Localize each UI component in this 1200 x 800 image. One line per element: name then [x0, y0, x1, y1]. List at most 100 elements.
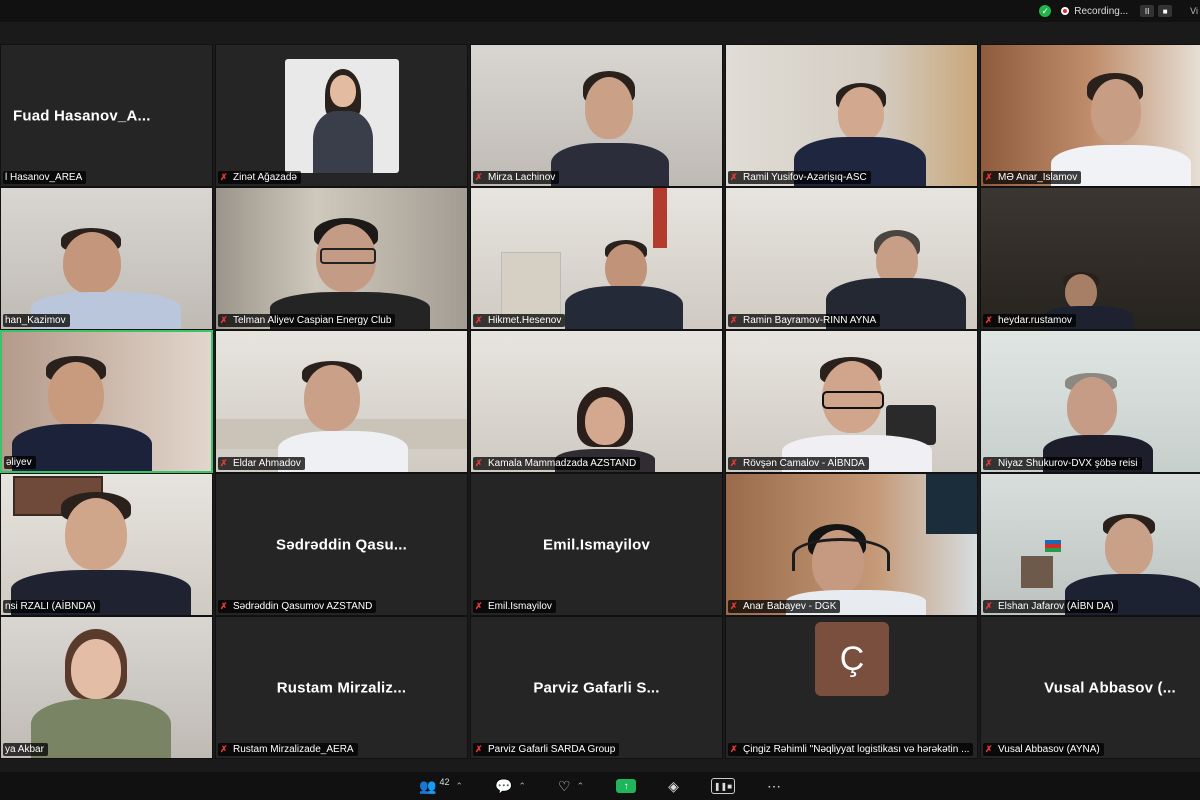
muted-mic-icon: ✗ — [220, 744, 228, 754]
stop-recording-button[interactable]: ■ — [1158, 5, 1173, 17]
participant-name-label: ✗ Zinət Ağazadə — [218, 171, 301, 184]
security-shield-icon[interactable]: ✓ — [1039, 5, 1052, 17]
participants-icon: 👥 — [419, 777, 437, 794]
participant-name-label: ✗ Hikmet.Hesenov — [473, 314, 566, 327]
muted-mic-icon: ✗ — [730, 458, 738, 468]
participant-tile[interactable]: ✗ Hikmet.Hesenov — [470, 187, 723, 330]
participant-name-text: han_Kazimov — [5, 315, 66, 326]
participant-tile[interactable]: ✗ Mirza Lachinov — [470, 44, 723, 187]
participant-name-text: Hikmet.Hesenov — [488, 315, 562, 326]
pause-recording-button[interactable]: II — [1140, 5, 1155, 17]
chat-button[interactable]: 💬 ⌃ — [495, 778, 526, 795]
participant-tile[interactable]: Parviz Gafarli S... ✗ Parviz Gafarli SARD… — [470, 616, 723, 759]
share-screen-button[interactable]: ↑ — [616, 779, 637, 793]
participant-tile-active-speaker[interactable]: əliyev — [0, 330, 213, 473]
participant-tile[interactable]: ✗ Ramil Yusifov-Azərişıq-ASC — [725, 44, 978, 187]
muted-mic-icon: ✗ — [220, 458, 228, 468]
participant-name-label: ✗ Çingiz Rəhimli "Nəqliyyat logistikası v… — [728, 743, 974, 756]
muted-mic-icon: ✗ — [985, 744, 993, 754]
participant-name-text: Eldar Ahmadov — [233, 458, 301, 469]
participant-tile[interactable]: Emil.Ismayilov ✗ Emil.Ismayilov — [470, 473, 723, 616]
participant-tile[interactable]: ✗ Kamala Mammadzada AZSTAND — [470, 330, 723, 473]
muted-mic-icon: ✗ — [985, 172, 993, 182]
participant-name-label: ✗ Anar Babayev - DGK — [728, 600, 841, 613]
participant-tile[interactable]: nsi RZALI (AİBNDA) — [0, 473, 213, 616]
view-menu-button[interactable]: Vi — [1190, 6, 1198, 16]
participant-name-text: Sədrəddin Qasumov AZSTAND — [233, 601, 373, 612]
participant-name-text: Kamala Mammadzada AZSTAND — [488, 458, 637, 469]
participant-name-text: əliyev — [6, 457, 32, 468]
chat-icon: 💬 — [495, 777, 513, 794]
participant-tile[interactable]: Fuad Hasanov_A... l Hasanov_AREA — [0, 44, 213, 187]
participant-name-label: ✗ Niyaz Shukurov-DVX şöbə reisi — [983, 457, 1142, 470]
participant-name-label: əliyev — [4, 456, 36, 469]
participant-avatar: Ç — [815, 622, 889, 696]
participant-name-text: Rövşən Camalov - AİBNDA — [743, 458, 865, 469]
muted-mic-icon: ✗ — [220, 315, 228, 325]
participant-name-label: nsi RZALI (AİBNDA) — [3, 600, 100, 613]
muted-mic-icon: ✗ — [475, 315, 483, 325]
muted-mic-icon: ✗ — [730, 172, 738, 182]
muted-mic-icon: ✗ — [475, 172, 483, 182]
participant-name-text: Anar Babayev - DGK — [743, 601, 837, 612]
participant-name-text: Niyaz Shukurov-DVX şöbə reisi — [998, 458, 1138, 469]
participant-name-text: heydar.rustamov — [998, 315, 1072, 326]
participant-tile[interactable]: ✗ MƏ Anar_Islamov — [980, 44, 1200, 187]
participant-tile[interactable]: ✗ Telman Aliyev Caspian Energy Club — [215, 187, 468, 330]
participant-tile[interactable]: Sədrəddin Qasu... ✗ Sədrəddin Qasumov AZS… — [215, 473, 468, 616]
participant-name-label: ✗ Emil.Ismayilov — [473, 600, 556, 613]
participant-tile[interactable]: han_Kazimov — [0, 187, 213, 330]
participant-tile[interactable]: ✗ Niyaz Shukurov-DVX şöbə reisi — [980, 330, 1200, 473]
muted-mic-icon: ✗ — [730, 601, 738, 611]
participant-name-text: Ramil Yusifov-Azərişıq-ASC — [743, 172, 867, 183]
participant-name-label: ✗ Parviz Gafarli SARDA Group — [473, 743, 620, 756]
participant-tile[interactable]: ✗ Zinət Ağazadə — [215, 44, 468, 187]
participant-tile[interactable]: ✗ Ramin Bayramov-RINN AYNA — [725, 187, 978, 330]
muted-mic-icon: ✗ — [475, 744, 483, 754]
chevron-up-icon[interactable]: ⌃ — [456, 781, 464, 792]
participant-name-label: ✗ Telman Aliyev Caspian Energy Club — [218, 314, 396, 327]
muted-mic-icon: ✗ — [475, 458, 483, 468]
participant-name-label: ✗ Elshan Jafarov (AİBN DA) — [983, 600, 1118, 613]
muted-mic-icon: ✗ — [730, 744, 738, 754]
recording-status-label: Recording... — [1074, 5, 1129, 17]
participant-name-text: Vusal Abbasov (AYNA) — [998, 744, 1100, 755]
participant-display-name: Parviz Gafarli S... — [533, 679, 660, 696]
participant-tile[interactable]: ✗ Eldar Ahmadov — [215, 330, 468, 473]
participant-name-label: ✗ Mirza Lachinov — [473, 171, 560, 184]
participant-tile[interactable]: Vusal Abbasov (... ✗ Vusal Abbasov (AYNA) — [980, 616, 1200, 759]
participant-display-name: Fuad Hasanov_A... — [13, 107, 151, 124]
participant-name-text: MƏ Anar_Islamov — [998, 172, 1078, 183]
muted-mic-icon: ✗ — [985, 315, 993, 325]
gallery-view-grid: Fuad Hasanov_A... l Hasanov_AREA ✗ Zinət … — [0, 44, 1200, 759]
participant-name-label: ✗ Rövşən Camalov - AİBNDA — [728, 457, 869, 470]
participant-tile[interactable]: ✗ Rövşən Camalov - AİBNDA — [725, 330, 978, 473]
chevron-up-icon[interactable]: ⌃ — [519, 781, 527, 792]
muted-mic-icon: ✗ — [985, 458, 993, 468]
participant-name-text: nsi RZALI (AİBNDA) — [5, 601, 96, 612]
participant-tile[interactable]: ✗ Elshan Jafarov (AİBN DA) — [980, 473, 1200, 616]
participant-tile[interactable]: ✗ Anar Babayev - DGK — [725, 473, 978, 616]
participant-display-name: Rustam Mirzaliz... — [276, 679, 407, 696]
participant-name-text: Telman Aliyev Caspian Energy Club — [233, 315, 392, 326]
record-controls-button[interactable]: ❚❚■ — [710, 778, 735, 794]
more-button[interactable]: ⋯ — [767, 778, 781, 795]
participant-name-label: ✗ Sədrəddin Qasumov AZSTAND — [218, 600, 377, 613]
participant-name-label: han_Kazimov — [3, 314, 70, 327]
participant-name-text: Zinət Ağazadə — [233, 172, 297, 183]
participant-tile[interactable]: Ç ✗ Çingiz Rəhimli "Nəqliyyat logistikası… — [725, 616, 978, 759]
pause-stop-recording-icon: ❚❚■ — [710, 778, 735, 794]
participant-tile[interactable]: ✗ heydar.rustamov — [980, 187, 1200, 330]
participant-name-text: Parviz Gafarli SARDA Group — [488, 744, 616, 755]
reactions-button[interactable]: ♡ ⌃ — [558, 778, 584, 795]
participant-name-text: l Hasanov_AREA — [5, 172, 83, 183]
apps-button[interactable]: ◈ — [668, 778, 679, 795]
muted-mic-icon: ✗ — [730, 315, 738, 325]
participants-button[interactable]: 👥 42 ⌃ — [419, 777, 464, 795]
chevron-up-icon[interactable]: ⌃ — [577, 781, 585, 792]
participant-tile[interactable]: ya Akbar — [0, 616, 213, 759]
participant-tile[interactable]: Rustam Mirzaliz... ✗ Rustam Mirzalizade_A… — [215, 616, 468, 759]
participant-name-label: ✗ MƏ Anar_Islamov — [983, 171, 1082, 184]
participant-name-text: Çingiz Rəhimli "Nəqliyyat logistikası və… — [743, 744, 970, 755]
participant-display-name: Sədrəddin Qasu... — [276, 536, 407, 553]
